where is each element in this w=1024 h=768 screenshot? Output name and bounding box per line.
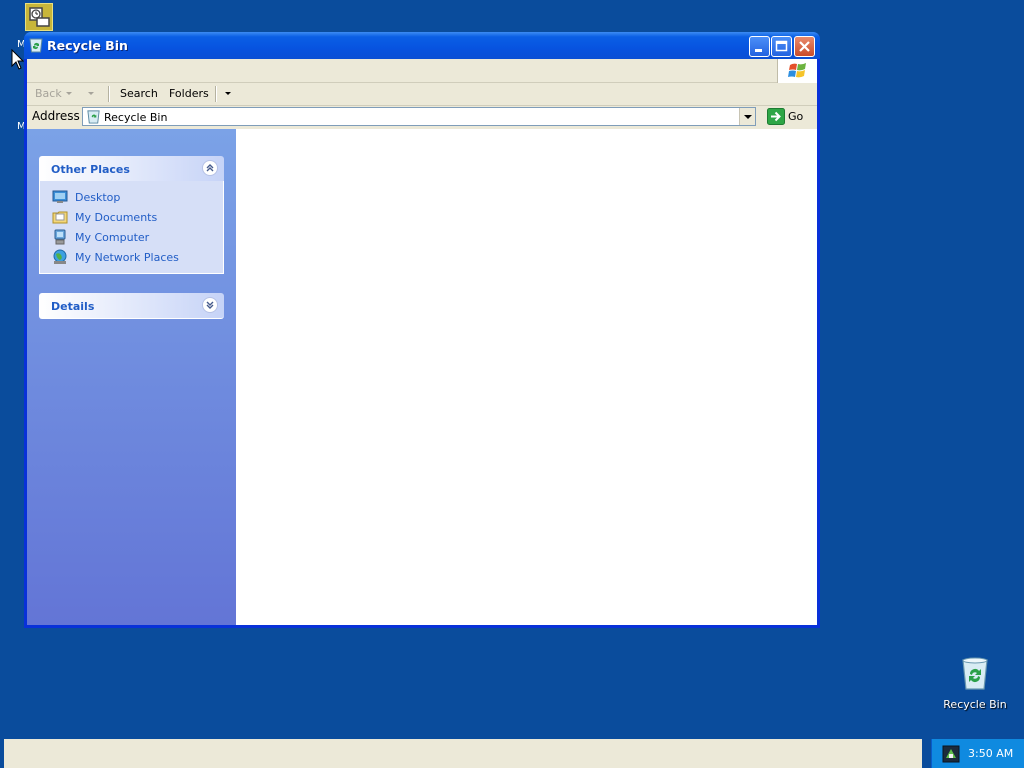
toolbar-separator [215, 86, 217, 102]
address-dropdown-button[interactable] [739, 108, 755, 125]
search-button[interactable]: Search [120, 87, 158, 100]
clock[interactable]: 3:50 AM [968, 747, 1013, 760]
content-area[interactable]: Other Places Desktop My Documents My Com… [27, 129, 817, 625]
close-button[interactable] [794, 36, 815, 57]
go-arrow-icon [767, 108, 785, 128]
maximize-button[interactable] [771, 36, 792, 57]
standard-toolbar: Back Search Folders [27, 83, 817, 106]
tray-app-icon[interactable] [942, 745, 960, 766]
go-button[interactable]: Go [765, 107, 805, 126]
windows-logo-icon [777, 59, 817, 83]
folders-button[interactable]: Folders [169, 87, 209, 100]
other-places-title: Other Places [51, 163, 130, 176]
address-bar: Address Recycle Bin Go [27, 106, 817, 128]
recycle-bin-icon [962, 657, 988, 690]
mouse-cursor-icon [11, 48, 25, 74]
place-link-label: Desktop [75, 191, 121, 204]
other-places-panel: Other Places Desktop My Documents My Com… [39, 156, 224, 274]
place-link-label: My Network Places [75, 251, 179, 264]
title-bar[interactable]: Recycle Bin [24, 32, 820, 59]
place-link-label: My Computer [75, 231, 150, 244]
menu-bar [27, 59, 817, 83]
place-link-label: My Documents [75, 211, 158, 224]
details-title: Details [51, 300, 95, 313]
place-link-desktop[interactable]: Desktop [40, 187, 223, 207]
other-places-list: Desktop My Documents My Computer My Netw… [39, 181, 224, 274]
recycle-bin-desktop-label: Recycle Bin [943, 698, 1007, 711]
expand-down-icon[interactable] [202, 297, 218, 313]
back-dropdown-icon[interactable] [66, 92, 72, 95]
maximize-icon [775, 40, 788, 52]
minimize-icon [755, 49, 762, 52]
forward-dropdown-icon[interactable] [88, 92, 94, 95]
go-label: Go [788, 110, 804, 123]
collapse-up-icon[interactable] [202, 160, 218, 176]
details-header[interactable]: Details [39, 293, 224, 319]
place-link-my-documents[interactable]: My Documents [40, 207, 223, 227]
taskbar-band[interactable] [4, 739, 922, 768]
address-value: Recycle Bin [104, 111, 168, 124]
system-tray: 3:50 AM [931, 739, 1024, 768]
place-link-network-places[interactable]: My Network Places [40, 247, 223, 267]
toolbar-separator [108, 86, 110, 102]
place-link-my-computer[interactable]: My Computer [40, 227, 223, 247]
address-label: Address [32, 109, 80, 123]
desktop-icon [52, 189, 68, 208]
minimize-button[interactable] [749, 36, 770, 57]
task-pane: Other Places Desktop My Documents My Com… [27, 129, 236, 625]
details-panel: Details [39, 293, 224, 319]
address-field[interactable]: Recycle Bin [82, 107, 756, 126]
window-body: Back Search Folders Address Recycle Bin [27, 59, 817, 625]
my-computer-icon [52, 229, 68, 248]
window-title: Recycle Bin [47, 38, 128, 53]
recycle-bin-icon [86, 109, 101, 127]
desktop-recycle-bin[interactable]: Recycle Bin [940, 656, 1010, 711]
my-documents-icon [52, 209, 68, 228]
back-button[interactable]: Back [35, 87, 62, 100]
network-places-icon [52, 249, 68, 268]
desktop-shortcut-icon[interactable] [25, 3, 53, 31]
recycle-bin-icon [28, 37, 44, 56]
other-places-header[interactable]: Other Places [39, 156, 224, 181]
taskbar: 3:50 AM [0, 737, 1024, 768]
toolbar-options-icon[interactable] [225, 92, 231, 95]
explorer-window: Recycle Bin Back Search Folders Address … [24, 32, 820, 628]
close-icon [799, 41, 810, 52]
